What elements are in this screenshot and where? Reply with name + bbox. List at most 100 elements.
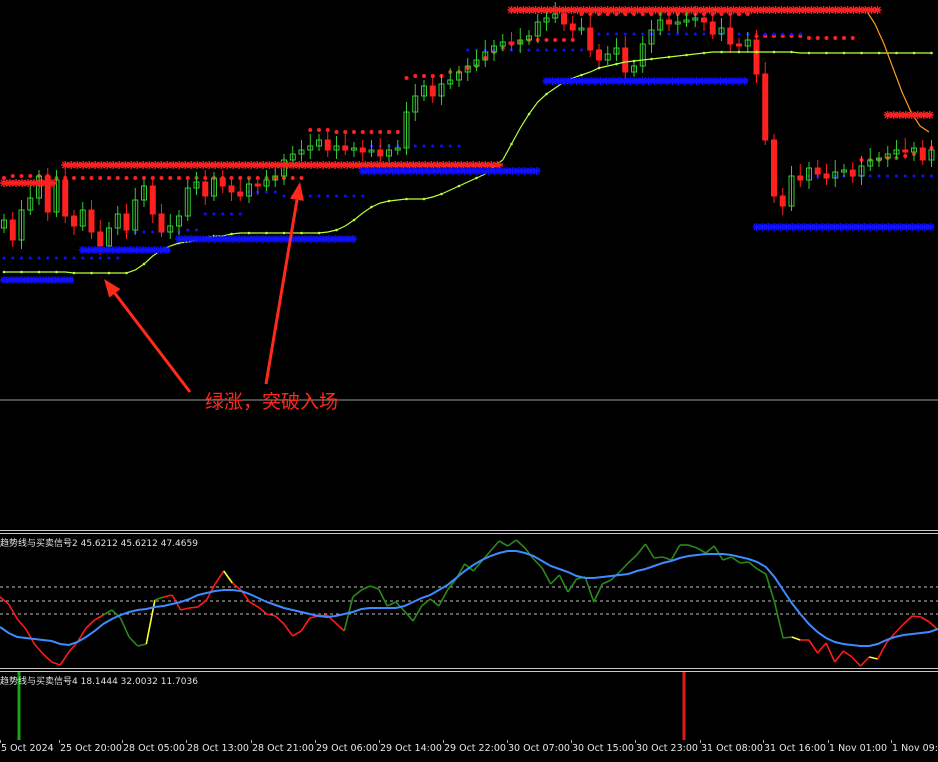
lower-channel-dot xyxy=(317,194,321,198)
upper-channel-dot xyxy=(343,130,348,134)
trend-line-dot xyxy=(807,51,811,55)
upper-channel-dot xyxy=(177,176,181,180)
histogram-label: 趋势线与买卖信号4 18.1444 32.0032 11.7036 xyxy=(0,677,198,687)
bear-candle xyxy=(779,195,786,207)
upper-channel-dot xyxy=(80,176,85,180)
time-axis-label: 1 Nov 09:00 xyxy=(892,743,938,754)
oscillator-main-line-segment xyxy=(808,639,819,654)
lower-channel-dot xyxy=(28,256,32,260)
lower-channel-dot xyxy=(632,32,636,36)
trend-line-dot xyxy=(55,270,58,274)
lower-channel-dot xyxy=(790,32,793,36)
lower-channel-dot xyxy=(142,230,146,234)
lower-channel-dot xyxy=(282,194,286,198)
lower-channel-dot xyxy=(55,256,58,260)
lower-channel-dot xyxy=(2,256,6,260)
upper-channel-dot xyxy=(833,36,838,40)
lower-channel-dot xyxy=(361,194,365,198)
trend-line-dot xyxy=(597,66,601,70)
trend-line-dot xyxy=(580,73,583,77)
trend-line-dot xyxy=(615,62,618,66)
lower-channel-dot xyxy=(623,32,627,36)
bear-candle xyxy=(202,181,209,197)
lower-channel-dot xyxy=(238,212,242,216)
oscillator-main-line-segment xyxy=(541,567,552,585)
trend-line-dot xyxy=(125,271,128,275)
upper-channel-dot xyxy=(413,74,418,78)
bear-candle xyxy=(123,213,130,231)
lower-channel-dot xyxy=(212,212,216,216)
upper-channel-dot xyxy=(325,128,330,132)
trend-line-dot xyxy=(685,53,688,57)
upper-channel-dot xyxy=(299,176,304,180)
bear-candle xyxy=(587,27,594,51)
lower-channel-dot xyxy=(562,48,566,52)
oscillator-pane[interactable]: 趋势线与买卖信号2 45.6212 45.6212 47.4659 xyxy=(0,534,938,668)
bear-candle xyxy=(88,209,95,233)
oscillator-main-line-segment xyxy=(335,622,345,632)
oscillator-main-line-segment xyxy=(7,603,18,620)
upper-channel-dot xyxy=(290,176,295,180)
oscillator-main-line-segment xyxy=(653,556,663,559)
support-level-star xyxy=(66,276,74,284)
upper-channel-dot xyxy=(404,76,409,80)
oscillator-main-line-segment xyxy=(877,642,888,660)
upper-channel-dot xyxy=(19,174,24,178)
trend-line-dot xyxy=(352,218,356,222)
price-chart-pane[interactable]: 绿涨，突破入场 xyxy=(0,0,938,530)
oscillator-main-line-segment xyxy=(25,628,36,645)
lower-channel-dot xyxy=(186,228,190,232)
upper-channel-dot xyxy=(115,176,120,180)
trend-line-dot xyxy=(20,270,23,274)
lower-channel-dot xyxy=(343,194,347,198)
oscillator-label: 趋势线与买卖信号2 45.6212 45.6212 47.4659 xyxy=(0,539,198,549)
oscillator-main-line-segment xyxy=(627,554,638,564)
trend-line-dot xyxy=(790,50,793,54)
upper-channel-dot xyxy=(352,130,356,134)
trend-line-dot xyxy=(335,228,338,232)
bear-candle xyxy=(919,147,926,161)
oscillator-main-line-segment xyxy=(189,606,199,609)
lower-channel-dot xyxy=(422,144,426,148)
pane-separator[interactable] xyxy=(0,668,938,669)
histogram-pane[interactable]: 趋势线与买卖信号4 18.1444 32.0032 11.7036 xyxy=(0,672,938,740)
bear-candle xyxy=(622,47,629,73)
bear-candle xyxy=(701,17,707,23)
bear-candle xyxy=(709,21,716,35)
lower-channel-dot xyxy=(335,194,338,198)
oscillator-main-line-segment xyxy=(722,556,732,561)
oscillator-main-line-segment xyxy=(300,617,311,632)
oscillator-main-line-segment xyxy=(912,615,921,618)
oscillator-main-line-segment xyxy=(33,643,44,655)
oscillator-chart-svg xyxy=(0,539,938,667)
bear-candle xyxy=(377,149,384,157)
oscillator-main-line-segment xyxy=(51,661,61,666)
lower-channel-dot xyxy=(107,256,111,260)
oscillator-main-line-segment xyxy=(644,543,655,559)
upper-channel-dot xyxy=(133,176,138,180)
lower-channel-dot xyxy=(20,256,23,260)
lower-channel-dot xyxy=(912,174,916,178)
oscillator-main-line-segment xyxy=(602,579,612,585)
oscillator-main-line-segment xyxy=(688,544,698,549)
oscillator-main-line-segment xyxy=(756,568,767,575)
oscillator-main-line-segment xyxy=(739,561,749,564)
time-axis-label: 25 Oct 20:00 xyxy=(60,743,122,754)
pane-separator[interactable] xyxy=(0,530,938,531)
oscillator-main-line-segment xyxy=(859,656,870,667)
upper-channel-dot xyxy=(28,174,33,178)
bear-candle xyxy=(97,231,104,247)
oscillator-main-line-segment xyxy=(705,545,715,554)
oscillator-main-line-segment xyxy=(868,656,878,660)
trend-line-dot xyxy=(247,231,251,235)
trend-line-dot xyxy=(720,50,723,54)
oscillator-main-line-segment xyxy=(128,636,139,647)
lower-channel-dot xyxy=(116,256,120,260)
time-axis-label: 5 Oct 2024 xyxy=(1,743,54,754)
oscillator-main-line-segment xyxy=(748,561,758,570)
lower-channel-dot xyxy=(326,194,330,198)
support-level-star xyxy=(349,235,357,243)
oscillator-main-line-segment xyxy=(489,540,500,552)
trend-line-dot xyxy=(37,270,41,274)
bear-candle xyxy=(569,23,576,31)
